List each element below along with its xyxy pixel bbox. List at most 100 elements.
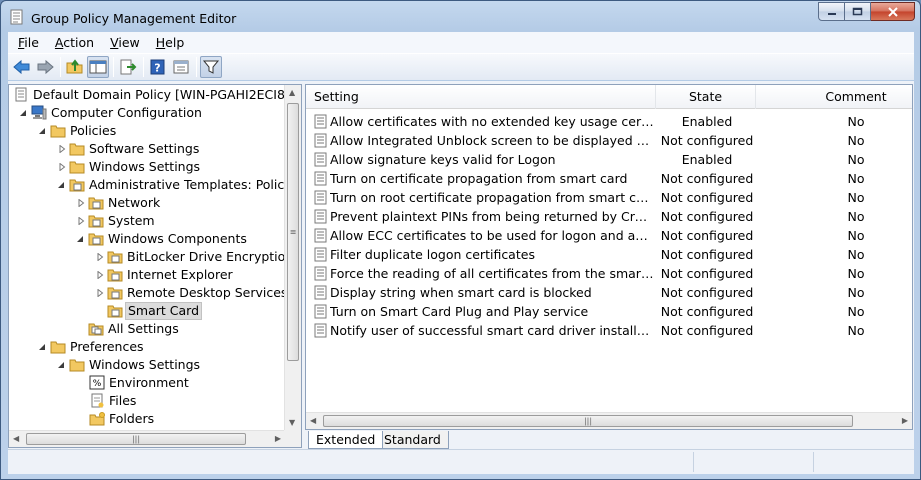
menu-action-access-key: A [54, 35, 64, 50]
menu-help-access-key: H [155, 35, 166, 50]
column-header-state[interactable]: State [656, 85, 756, 109]
list-row[interactable]: Prevent plaintext PINs from being return… [306, 207, 896, 226]
tree-item-remote-desktop-services[interactable]: Remote Desktop Services [9, 284, 288, 302]
toolbar-separator [60, 57, 61, 77]
row-setting: Display string when smart card is blocke… [330, 285, 592, 300]
list-row[interactable]: Allow ECC certificates to be used for lo… [306, 226, 896, 245]
tree-horizontal-scrollbar[interactable]: ◀ ||| ▶ [9, 430, 285, 447]
tree-item-folders[interactable]: Folders [9, 410, 286, 428]
list-row[interactable]: Turn on certificate propagation from sma… [306, 169, 896, 188]
tree-item-bitlocker[interactable]: BitLocker Drive Encryption [9, 248, 293, 266]
back-button[interactable] [11, 56, 33, 78]
tab-extended[interactable]: Extended [308, 431, 384, 449]
tree-item-computer-configuration[interactable]: Computer Configuration [9, 104, 286, 122]
status-bar [8, 449, 914, 474]
tree-item-preferences[interactable]: Preferences [9, 338, 286, 356]
console-tree[interactable]: Default Domain Policy [WIN-PGAHI2ECI8E.T… [8, 84, 302, 448]
show-hide-console-tree-button[interactable] [87, 56, 109, 78]
tree-item-windows-settings[interactable]: Windows Settings [9, 158, 286, 176]
settings-list[interactable]: Setting State Comment Allow certificates… [305, 84, 913, 430]
tree-item-all-settings[interactable]: All Settings [9, 320, 286, 338]
forward-button[interactable] [34, 56, 56, 78]
scroll-left-arrow-icon[interactable]: ◀ [310, 416, 316, 425]
tree-item-preferences-windows-settings[interactable]: Windows Settings [9, 356, 286, 374]
menu-bar: File Action View Help [8, 32, 914, 53]
scroll-right-arrow-icon[interactable]: ▶ [902, 416, 908, 425]
list-row[interactable]: Allow certificates with no extended key … [306, 112, 896, 131]
collapsed-arrow-icon [78, 199, 85, 207]
tree-vertical-scroll-thumb[interactable]: ≡ [287, 103, 299, 361]
filter-button[interactable] [200, 56, 222, 78]
export-list-button[interactable] [117, 56, 139, 78]
tree-item-administrative-templates[interactable]: Administrative Templates: Policy def [9, 176, 301, 194]
row-state: Not configured [660, 304, 754, 319]
list-row[interactable]: Display string when smart card is blocke… [306, 283, 896, 302]
row-setting: Turn on root certificate propagation fro… [330, 190, 654, 205]
tree-label: Network [108, 195, 161, 210]
tree-vertical-scrollbar[interactable]: ▲ ≡ ▼ [284, 85, 301, 430]
app-window: Group Policy Management Editor File Acti… [0, 0, 921, 480]
tree-item-smart-card[interactable]: Smart Card [9, 302, 286, 320]
tree-label: Administrative Templates: Policy def [89, 177, 302, 192]
policy-setting-icon [314, 190, 327, 205]
tree-item-root[interactable]: Default Domain Policy [WIN-PGAHI2ECI8E.T… [9, 86, 301, 104]
tree-item-network[interactable]: Network [9, 194, 286, 212]
list-row[interactable]: Filter duplicate logon certificates Not … [306, 245, 896, 264]
list-row[interactable]: Allow signature keys valid for Logon Ena… [306, 150, 896, 169]
folder-icon [50, 125, 66, 138]
tree-item-files[interactable]: Files [9, 392, 286, 410]
list-row[interactable]: Allow Integrated Unblock screen to be di… [306, 131, 896, 150]
tree-item-software-settings[interactable]: Software Settings [9, 140, 286, 158]
toolbar-separator [143, 57, 144, 77]
up-one-level-button[interactable] [64, 56, 86, 78]
tree-item-internet-explorer[interactable]: Internet Explorer [9, 266, 286, 284]
minimize-button[interactable] [818, 2, 845, 21]
row-setting: Force the reading of all certificates fr… [330, 266, 654, 281]
toolbar-separator [196, 57, 197, 77]
tree-label: Computer Configuration [51, 105, 202, 120]
menu-action[interactable]: Action [49, 35, 100, 50]
scroll-down-arrow-icon[interactable]: ▼ [289, 418, 295, 427]
row-state: Not configured [660, 285, 754, 300]
maximize-button[interactable] [845, 2, 871, 21]
properties-button[interactable] [170, 56, 192, 78]
row-comment: No [847, 285, 865, 300]
tree-item-policies[interactable]: Policies [9, 122, 286, 140]
row-setting: Allow ECC certificates to be used for lo… [330, 228, 654, 243]
list-horizontal-scroll-thumb[interactable]: ||| [323, 415, 853, 427]
list-row[interactable]: Notify user of successful smart card dri… [306, 321, 896, 340]
tree-label: Default Domain Policy [WIN-PGAHI2ECI8E.T… [33, 87, 302, 102]
row-comment: No [847, 247, 865, 262]
row-setting: Allow Integrated Unblock screen to be di… [330, 133, 654, 148]
scroll-up-arrow-icon[interactable]: ▲ [289, 88, 295, 97]
column-header-comment[interactable]: Comment [756, 85, 912, 109]
collapsed-arrow-icon [59, 163, 66, 171]
title-bar[interactable]: Group Policy Management Editor [1, 1, 920, 32]
menu-help[interactable]: Help [150, 35, 191, 50]
row-comment: No [847, 209, 865, 224]
close-button[interactable] [871, 2, 915, 21]
row-comment: No [847, 133, 865, 148]
column-header-setting[interactable]: Setting [306, 85, 656, 109]
policy-setting-icon [314, 323, 327, 338]
tab-standard[interactable]: Standard [377, 431, 449, 449]
tree-item-environment[interactable]: % Environment [9, 374, 286, 392]
tree-item-system[interactable]: System [9, 212, 286, 230]
row-setting: Allow certificates with no extended key … [330, 114, 654, 129]
svg-text:?: ? [154, 62, 160, 75]
scroll-thumb-grip-icon: ||| [131, 434, 141, 444]
tree-label: Remote Desktop Services [127, 285, 288, 300]
policy-setting-icon [314, 228, 327, 243]
list-horizontal-scrollbar[interactable]: ◀ ||| ▶ [306, 412, 912, 429]
menu-view[interactable]: View [104, 35, 146, 50]
tree-horizontal-scroll-thumb[interactable]: ||| [26, 433, 246, 445]
tree-item-windows-components[interactable]: Windows Components [9, 230, 286, 248]
list-row[interactable]: Turn on root certificate propagation fro… [306, 188, 896, 207]
help-button[interactable]: ? [147, 56, 169, 78]
menu-file[interactable]: File [12, 35, 45, 50]
list-row[interactable]: Turn on Smart Card Plug and Play service… [306, 302, 896, 321]
collapsed-arrow-icon [59, 145, 66, 153]
scroll-right-arrow-icon[interactable]: ▶ [275, 434, 281, 443]
list-row[interactable]: Force the reading of all certificates fr… [306, 264, 896, 283]
scroll-left-arrow-icon[interactable]: ◀ [13, 434, 19, 443]
